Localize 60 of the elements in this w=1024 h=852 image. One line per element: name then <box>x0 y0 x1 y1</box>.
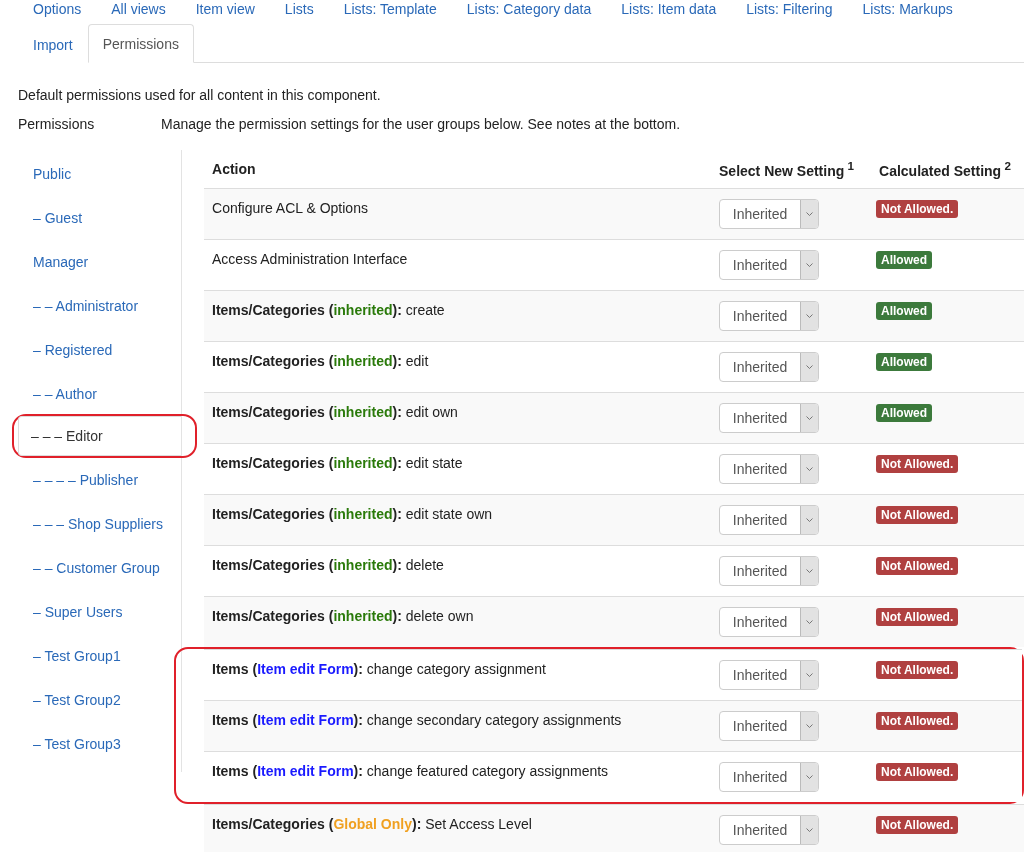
setting-select[interactable]: Inherited <box>719 556 819 586</box>
tab[interactable]: Permissions <box>87 24 194 63</box>
caret-icon <box>806 365 813 369</box>
caret-icon <box>806 467 813 471</box>
caret-icon <box>806 828 813 832</box>
setting-select[interactable]: Inherited <box>719 403 819 433</box>
caret-icon <box>806 263 813 267</box>
caret-icon <box>806 724 813 728</box>
status-badge: Not Allowed. <box>876 557 959 575</box>
caret-icon <box>806 314 813 318</box>
caret-icon <box>806 673 813 677</box>
caret-icon <box>806 775 813 779</box>
status-badge: Not Allowed. <box>876 455 959 473</box>
status-badge: Not Allowed. <box>876 816 959 834</box>
status-badge: Not Allowed. <box>876 763 959 781</box>
status-badge: Not Allowed. <box>876 608 959 626</box>
column-header: Select New Setting $^{1}$ <box>718 159 855 179</box>
action-text: Configure ACL & Options <box>211 199 369 218</box>
setting-select[interactable]: Inherited <box>719 505 819 535</box>
setting-select[interactable]: Inherited <box>719 607 819 637</box>
setting-select[interactable]: Inherited <box>719 762 819 792</box>
action-text: Items/Categories (inherited): edit <box>211 352 430 371</box>
status-badge: Not Allowed. <box>876 712 959 730</box>
setting-select[interactable]: Inherited <box>719 199 819 229</box>
caret-icon <box>806 518 813 522</box>
status-badge: Allowed <box>876 302 933 320</box>
status-badge: Not Allowed. <box>876 200 959 218</box>
action-text: Items/Categories (inherited): create <box>211 301 446 320</box>
setting-select[interactable]: Inherited <box>719 301 819 331</box>
setting-select[interactable]: Inherited <box>719 454 819 484</box>
status-badge: Allowed <box>876 404 933 422</box>
caret-icon <box>806 620 813 624</box>
status-badge: Allowed <box>876 251 933 269</box>
caret-icon <box>806 569 813 573</box>
column-header: Action <box>211 161 257 177</box>
group-item[interactable]: – – – Editor <box>18 416 181 456</box>
caret-icon <box>806 212 813 216</box>
action-text: Items/Categories (inherited): edit own <box>211 403 459 422</box>
status-badge: Not Allowed. <box>876 661 959 679</box>
action-text: Access Administration Interface <box>211 250 409 269</box>
status-badge: Not Allowed. <box>876 506 959 524</box>
action-text: Items (Item edit Form): change secondary category assignments <box>211 711 623 730</box>
status-badge: Allowed <box>876 353 933 371</box>
action-text: Items/Categories (inherited): delete own <box>211 607 475 626</box>
setting-select[interactable]: Inherited <box>719 352 819 382</box>
caret-icon <box>806 416 813 420</box>
setting-select[interactable]: Inherited <box>719 250 819 280</box>
action-text: Items/Categories (inherited): edit state <box>211 454 464 473</box>
action-text: Items (Item edit Form): change category assignment <box>211 660 547 679</box>
column-header: Calculated Setting $^{2}$ <box>878 159 1012 179</box>
field-description: Manage the permission settings for the user groups below. See notes at the bottom. <box>161 116 681 132</box>
action-text: Items/Categories (Global Only): Set Access Level <box>211 815 533 834</box>
setting-select[interactable]: Inherited <box>719 660 819 690</box>
setting-select[interactable]: Inherited <box>719 815 819 845</box>
action-text: Items/Categories (inherited): edit state own <box>211 505 494 524</box>
field-label: Permissions <box>18 116 96 132</box>
action-text: Items/Categories (inherited): delete <box>211 556 445 575</box>
setting-select[interactable]: Inherited <box>719 711 819 741</box>
intro-text: Default permissions used for all content in this component. <box>18 87 382 103</box>
action-text: Items (Item edit Form): change featured category assignments <box>211 762 610 781</box>
